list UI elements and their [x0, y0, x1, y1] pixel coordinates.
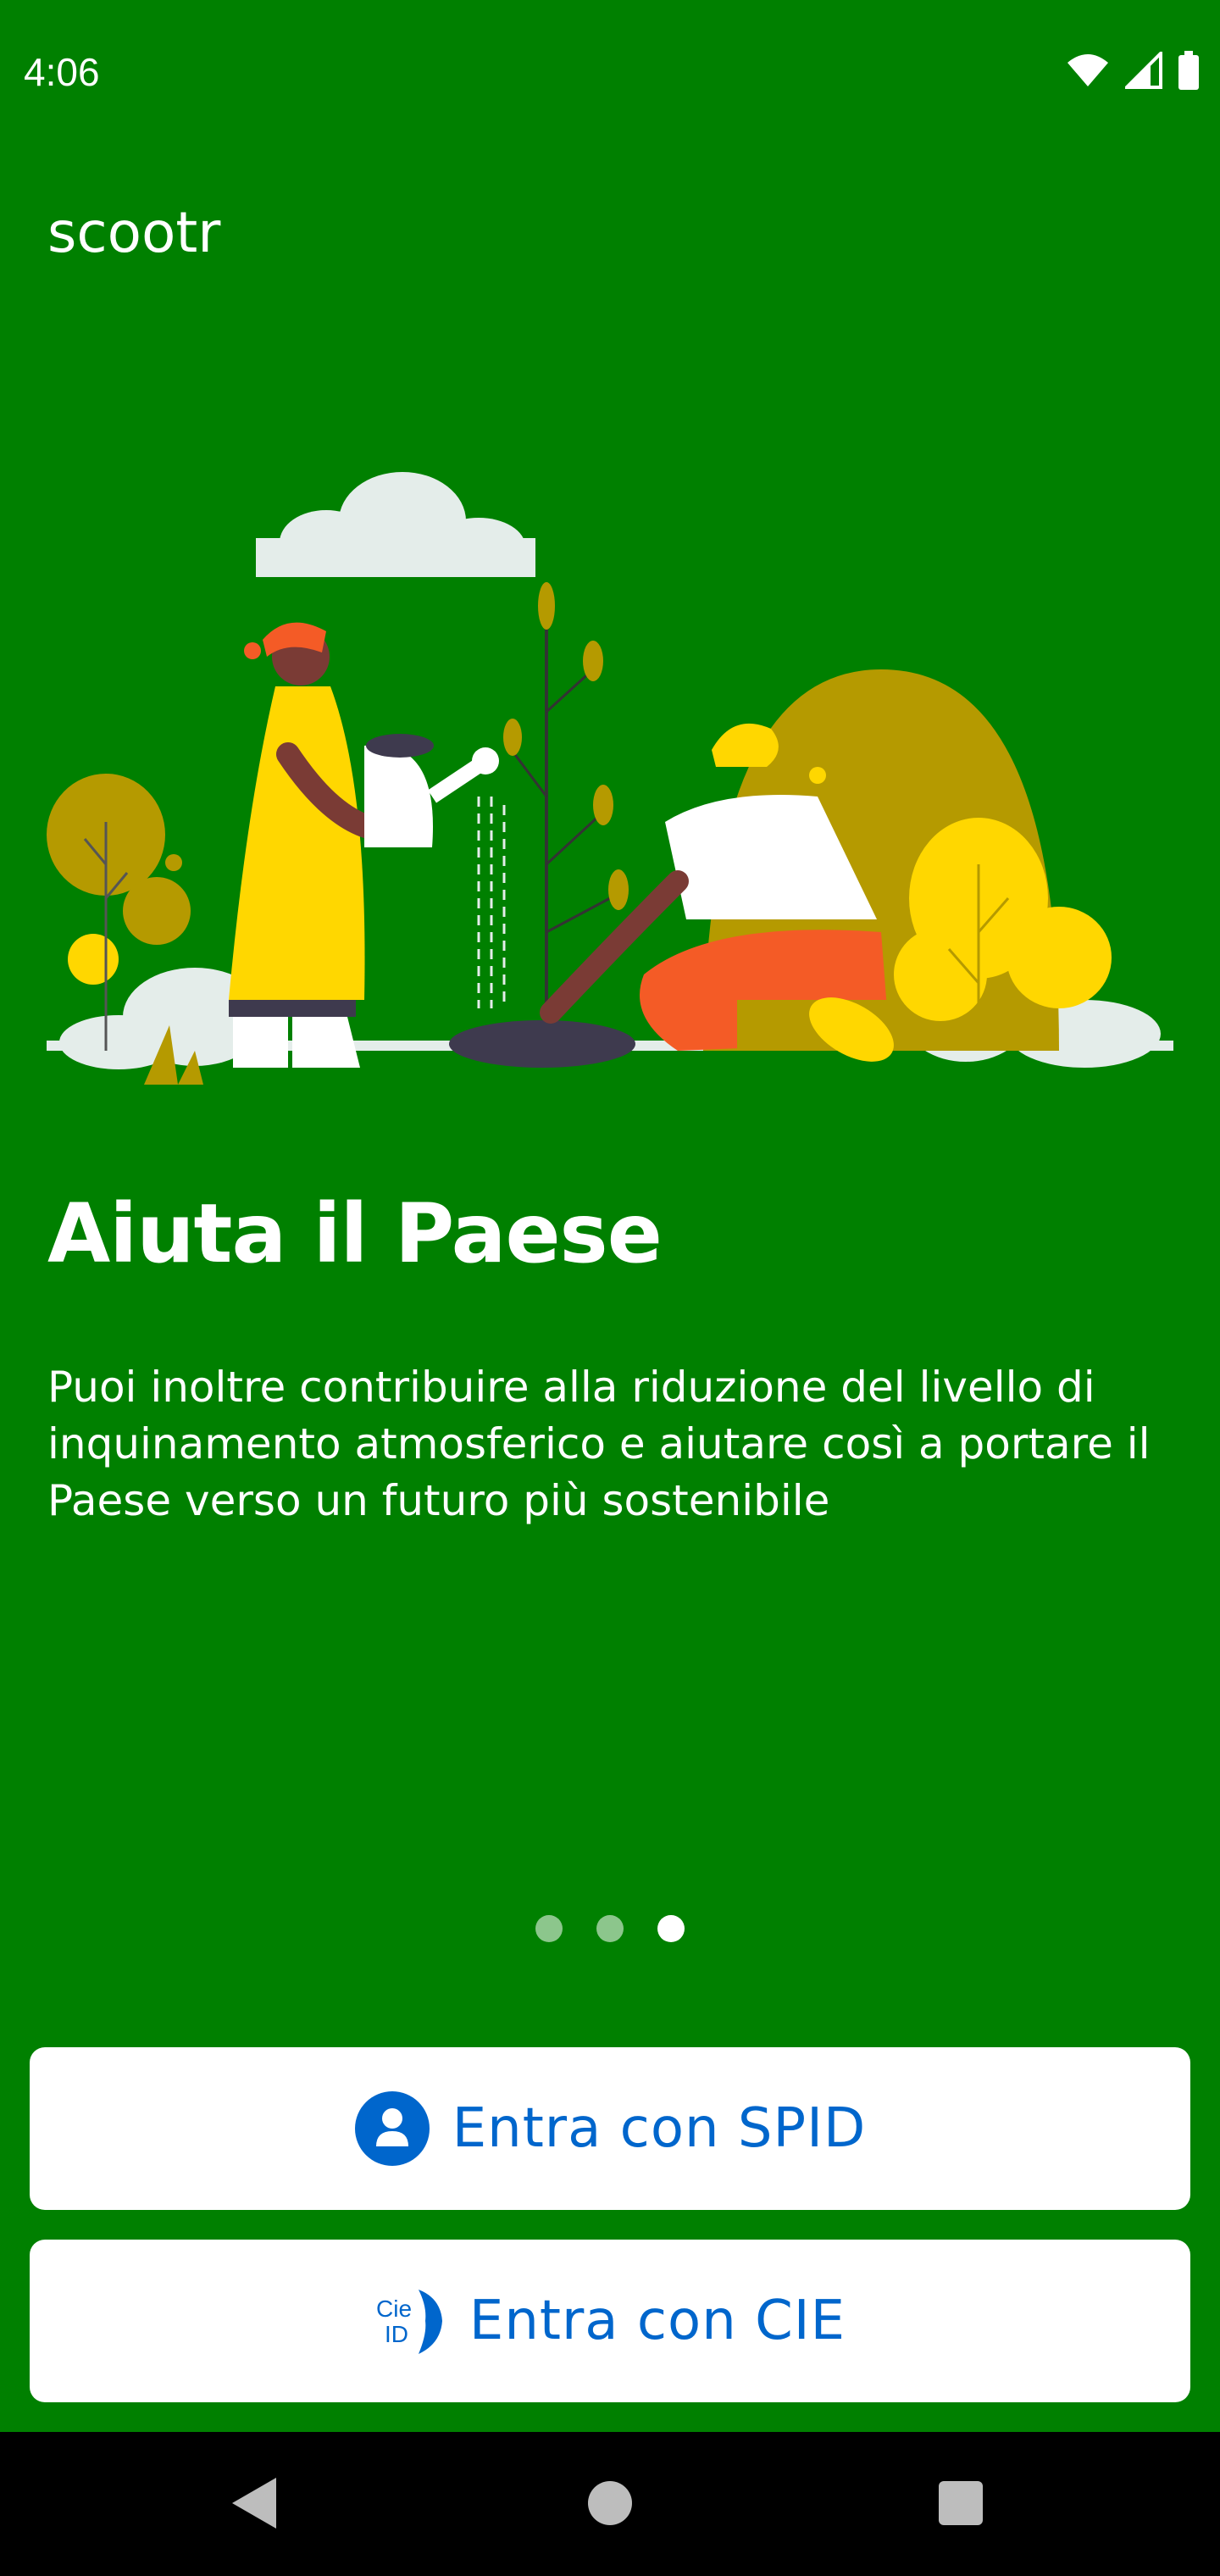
recents-icon[interactable]: [939, 2481, 983, 2525]
page-indicator[interactable]: [0, 1915, 1220, 1942]
system-nav-bar: [0, 2432, 1220, 2576]
home-icon[interactable]: [588, 2481, 632, 2525]
status-bar: 4:06: [0, 0, 1220, 144]
gardening-people-illustration: [47, 472, 1173, 1085]
back-icon[interactable]: [230, 2476, 278, 2530]
woman-with-watering-can: [229, 622, 499, 1068]
status-icons: [1066, 51, 1200, 90]
onboarding-title: Aiuta il Paese: [47, 1186, 663, 1281]
wifi-icon: [1068, 54, 1108, 86]
soil-mound: [449, 1020, 635, 1068]
status-time: 4:06: [24, 50, 100, 94]
app-name: scootr: [47, 200, 221, 265]
young-tree: [503, 582, 629, 1042]
water-stream: [477, 797, 506, 1008]
cloud-shape: [256, 472, 535, 577]
page-dot-3-active[interactable]: [657, 1915, 685, 1942]
page-dot-2[interactable]: [596, 1915, 624, 1942]
cie-button-label: Entra con CIE: [469, 2290, 846, 2352]
cie-id-logo: Cie ID: [376, 2290, 442, 2354]
spid-login-button[interactable]: Entra con SPID: [30, 2047, 1190, 2210]
cie-logo-cie-text: Cie: [376, 2296, 412, 2322]
cie-login-button[interactable]: Cie ID Entra con CIE: [30, 2240, 1190, 2402]
spid-button-label: Entra con SPID: [452, 2097, 867, 2160]
page-dot-1[interactable]: [535, 1915, 563, 1942]
cie-logo-id-text: ID: [385, 2321, 408, 2347]
cellular-signal-icon: [1125, 52, 1162, 89]
onboarding-description: Puoi inoltre contribuire alla riduzione …: [47, 1363, 1151, 1525]
user-circle-icon: [354, 2091, 430, 2166]
battery-icon: [1178, 51, 1199, 90]
